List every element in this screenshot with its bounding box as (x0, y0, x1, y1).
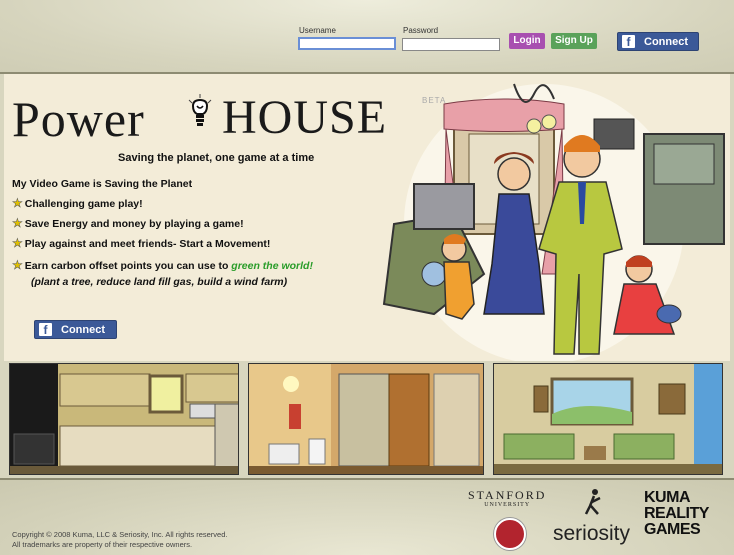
trademark-text: All trademarks are property of their res… (12, 540, 193, 549)
family-illustration (382, 83, 725, 361)
room-strip-bathroom-hall (248, 363, 484, 475)
room-strip-kitchen (9, 363, 239, 475)
tagline: Saving the planet, one game at a time (118, 152, 315, 164)
stanford-name: STANFORD (468, 488, 547, 502)
facebook-icon: f (622, 35, 635, 49)
kuma-line: KUMA (644, 489, 690, 506)
stanford-logo: STANFORD UNIVERSITY (468, 488, 546, 508)
kuma-line: REALITY (644, 505, 709, 522)
facebook-icon: f (39, 323, 52, 337)
main-panel: Power HOUSE BETA Saving the planet, one … (4, 74, 730, 361)
facebook-connect-label: Connect (61, 324, 105, 336)
facebook-connect-label: Connect (644, 36, 688, 48)
username-label: Username (299, 26, 336, 35)
seriosity-logo: seriosity (553, 522, 631, 545)
star-icon: ★ (12, 258, 23, 273)
feature-carbon-subtext: (plant a tree, reduce land fill gas, bui… (31, 276, 288, 288)
star-icon: ★ (12, 196, 23, 211)
header-bar: Username Password Login Sign Up f Connec… (0, 0, 734, 74)
feature-item: ★ Save Energy and money by playing a game… (12, 216, 244, 231)
seriosity-figure-icon (584, 489, 601, 515)
room-strip-living-room (493, 363, 723, 475)
username-input[interactable] (298, 37, 396, 50)
feature-item: ★ Challenging game play! (12, 196, 143, 211)
feature-item-carbon: ★ Earn carbon offset points you can use t… (12, 258, 313, 273)
feature-text: Save Energy and money by playing a game! (24, 218, 244, 230)
password-input[interactable] (402, 38, 500, 51)
kuma-line: GAMES (644, 521, 701, 538)
feature-heading: My Video Game is Saving the Planet (12, 178, 193, 190)
living-room-scene (494, 364, 722, 474)
logo-house-text: HOUSE (222, 91, 388, 144)
feature-text: Challenging game play! (24, 198, 143, 210)
bathroom-hall-scene (249, 364, 483, 474)
star-icon: ★ (12, 216, 23, 231)
signup-button[interactable]: Sign Up (551, 33, 597, 49)
feature-text: Play against and meet friends- Start a M… (24, 238, 271, 250)
feature-item: ★ Play against and meet friends- Start a … (12, 236, 271, 251)
stanford-seal-icon (494, 518, 526, 550)
copyright-text: Copyright © 2008 Kuma, LLC & Seriosity, … (12, 530, 228, 539)
footer-bar: Copyright © 2008 Kuma, LLC & Seriosity, … (0, 478, 734, 555)
lightbulb-icon (188, 94, 212, 126)
green-the-world-link: green the world! (231, 260, 313, 272)
password-label: Password (403, 26, 439, 35)
feature-text: Earn carbon offset points you can use to (24, 260, 232, 272)
powerhouse-logo: Power HOUSE (12, 90, 386, 148)
facebook-connect-button-main[interactable]: f Connect (34, 320, 117, 339)
kitchen-scene (10, 364, 238, 474)
facebook-connect-button-header[interactable]: f Connect (617, 32, 699, 51)
star-icon: ★ (12, 236, 23, 251)
login-button[interactable]: Login (509, 33, 545, 49)
kuma-logo: KUMA REALITY GAMES (644, 490, 709, 538)
logo-power-text: Power (12, 91, 145, 147)
